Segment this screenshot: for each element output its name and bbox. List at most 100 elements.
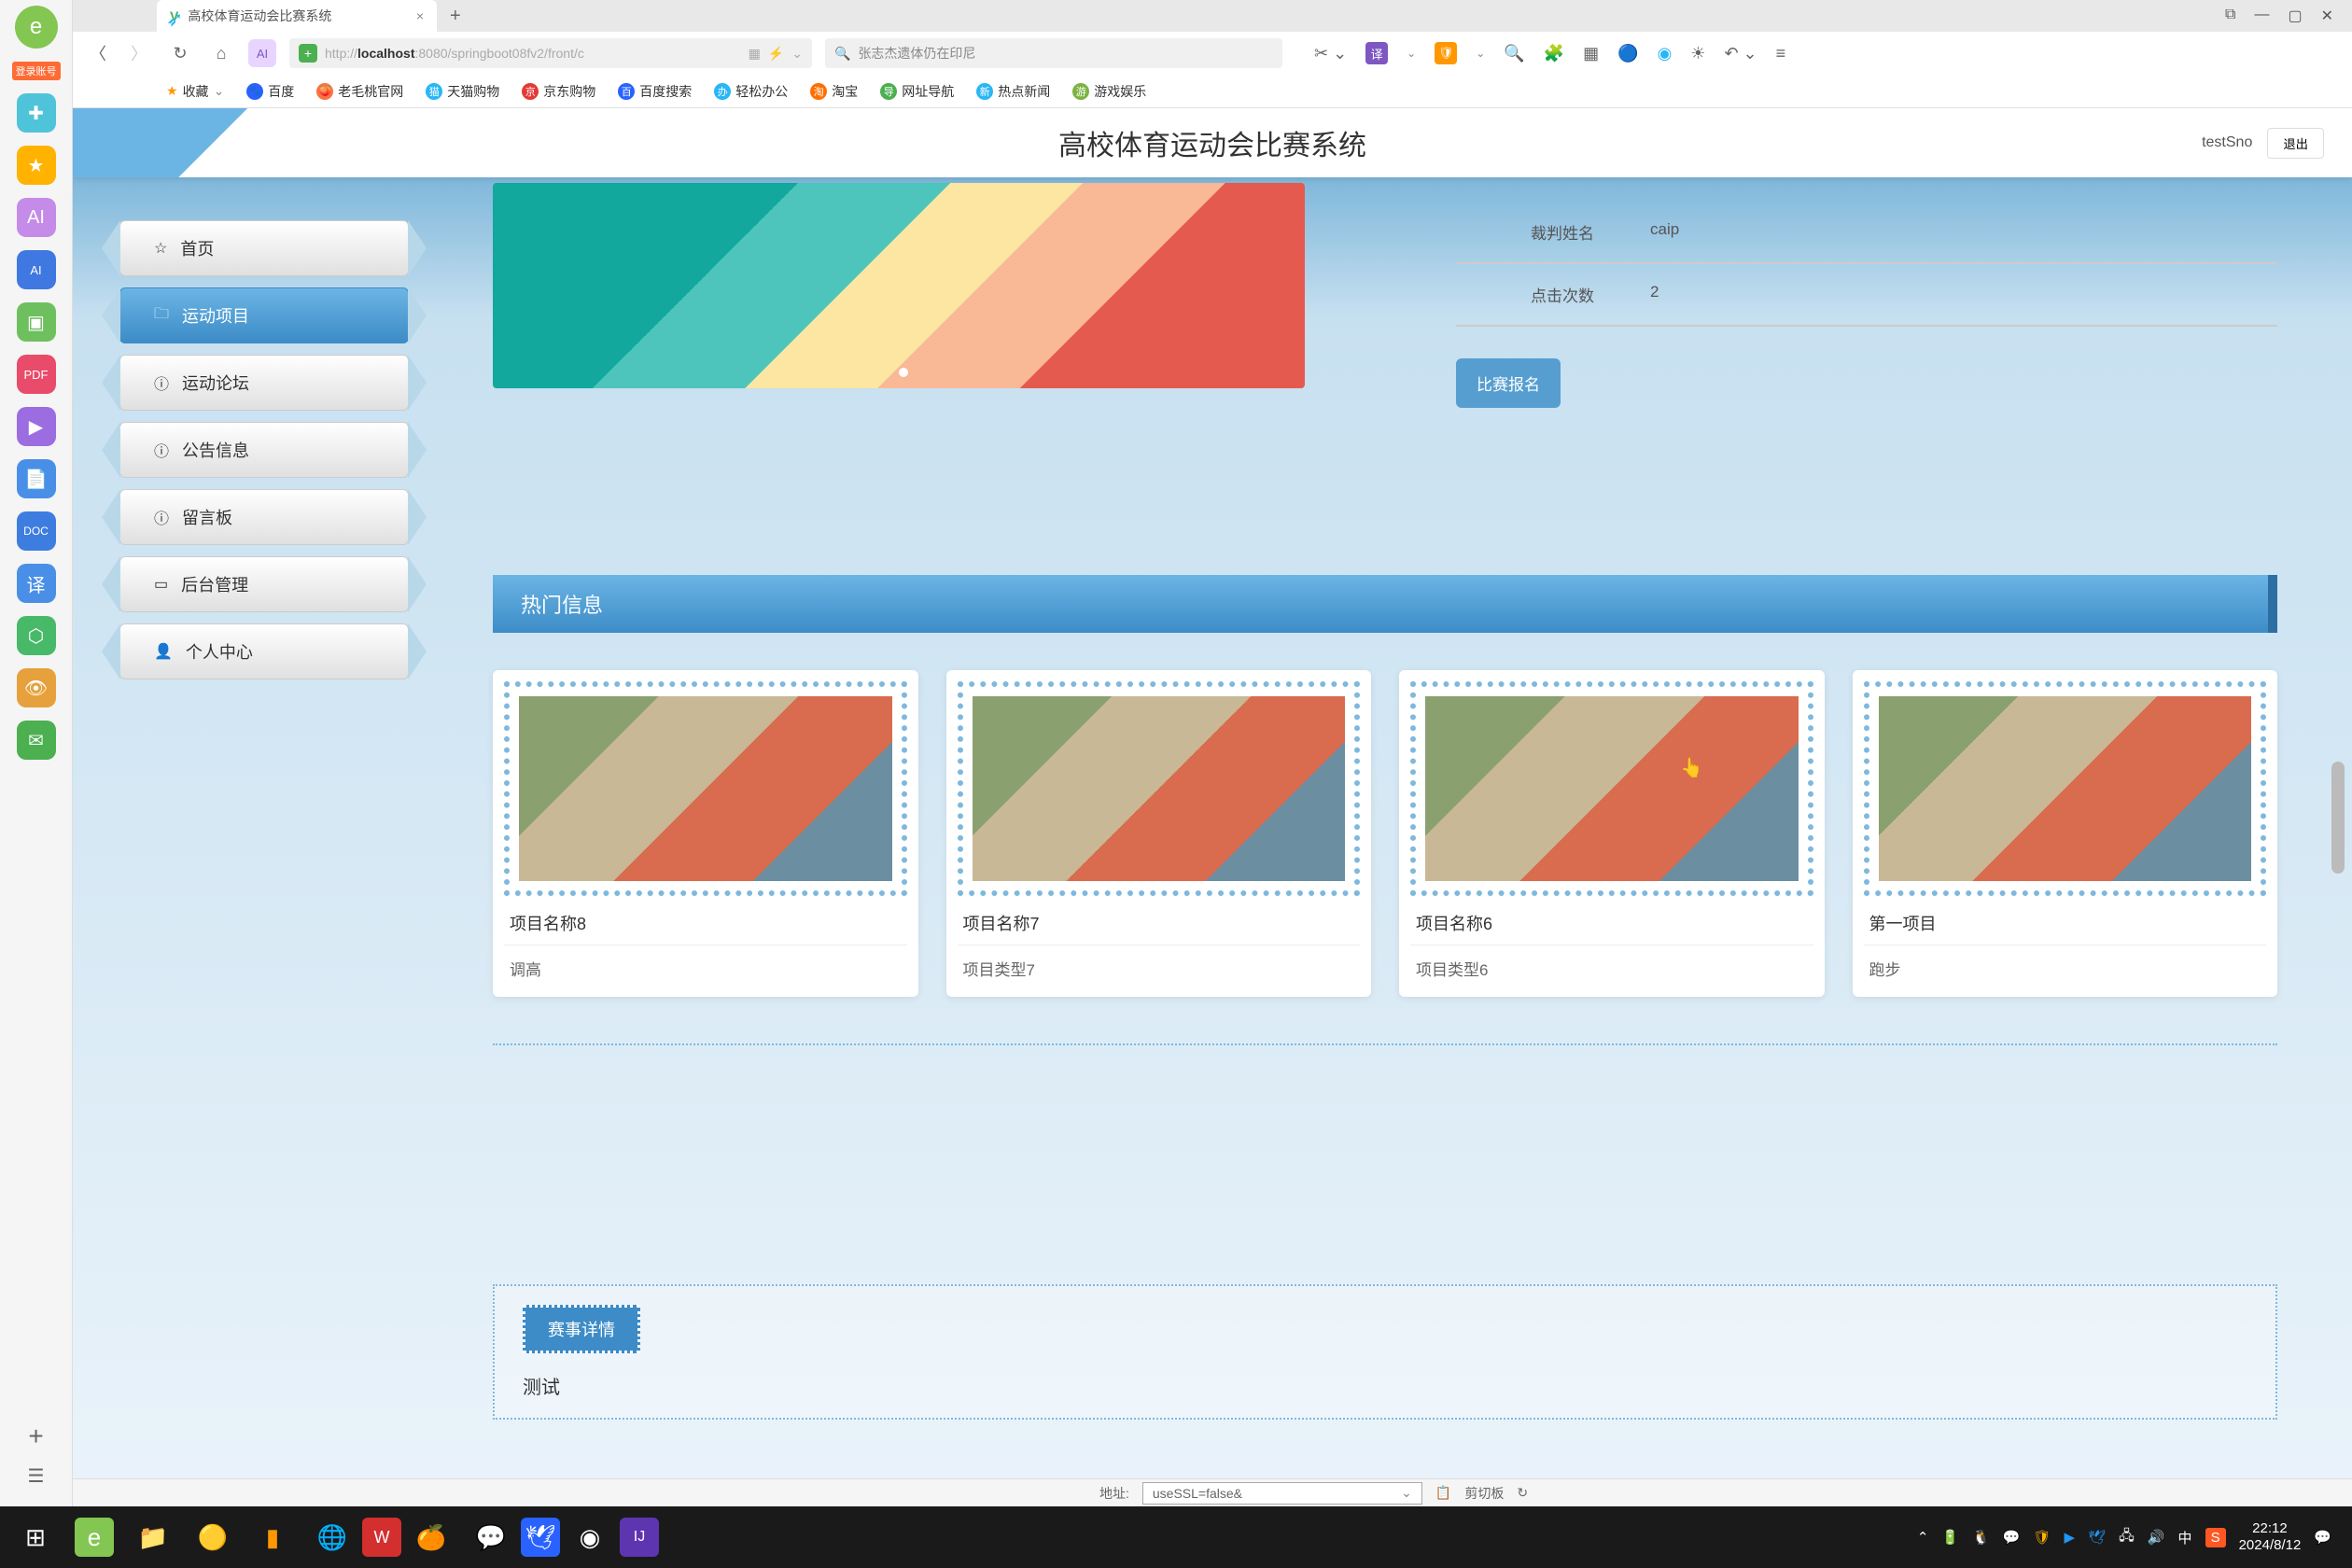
recover-icon[interactable]: ↻ [1517,1485,1528,1501]
forward-button[interactable]: 〉 [125,39,153,67]
os-app-7[interactable]: ▶ [17,407,56,446]
bookmark-item[interactable]: 百百度搜索 [618,82,692,101]
tray-app-icon[interactable]: 🐧 [1972,1529,1990,1546]
browser-logo-icon[interactable]: e [15,6,58,49]
nav-messages[interactable]: ⓘ留言板 [119,489,409,545]
bookmark-item[interactable]: 猫天猫购物 [426,82,499,101]
sun-icon[interactable]: ☀ [1690,44,1705,63]
task-app[interactable]: 🍊 [401,1511,461,1563]
tray-ime-icon[interactable]: S [2205,1528,2226,1547]
menu-icon[interactable]: ≡ [1776,44,1786,63]
nav-forum[interactable]: ⓘ运动论坛 [119,355,409,411]
tab-close-icon[interactable]: × [416,8,424,23]
favorites-button[interactable]: ★收藏 ⌄ [166,82,224,101]
status-address-input[interactable]: useSSL=false&⌄ [1142,1482,1422,1505]
window-action-icon[interactable]: ⧉ [2225,7,2235,25]
bookmark-item[interactable]: 游游戏娱乐 [1072,82,1146,101]
logout-button[interactable]: 退出 [2267,128,2324,159]
banner-carousel[interactable] [493,183,1305,388]
clipboard-icon[interactable]: 📋 [1435,1485,1451,1501]
os-app-5[interactable]: ▣ [17,302,56,342]
os-app-6[interactable]: PDF [17,355,56,394]
translate-icon[interactable]: 译 [1365,42,1388,64]
tray-app-icon[interactable]: ▶ [2065,1529,2076,1546]
tray-app-icon[interactable]: 🕊 [2088,1529,2106,1546]
nav-admin[interactable]: ▭后台管理 [119,556,409,612]
task-sublime[interactable]: ▮ [243,1511,302,1563]
os-app-2[interactable]: ★ [17,146,56,185]
tray-volume-icon[interactable]: 🔊 [2148,1529,2165,1546]
browser-tab[interactable]: V 高校体育运动会比赛系统 × [157,0,437,32]
nav-home[interactable]: ☆首页 [119,220,409,276]
close-icon[interactable]: ✕ [2321,7,2333,25]
chevron-down-icon[interactable]: ⌄ [791,46,803,62]
os-add-icon[interactable]: + [28,1421,43,1451]
search-bar[interactable]: 🔍 张志杰遗体仍在印尼 [825,38,1282,68]
bookmark-item[interactable]: 🐾百度 [246,82,294,101]
os-app-8[interactable]: 📄 [17,459,56,498]
scissors-icon[interactable]: ✂ ⌄ [1314,44,1347,63]
os-app-12[interactable]: 👁 [17,668,56,707]
back-button[interactable]: 〈 [84,39,112,67]
os-app-10[interactable]: 译 [17,564,56,603]
globe-icon[interactable]: ◉ [1658,44,1673,63]
compass-icon[interactable]: ➶ [166,7,183,32]
clock[interactable]: 22:12 2024/8/12 [2239,1520,2302,1554]
url-plus-icon[interactable]: + [299,44,317,63]
carousel-dot[interactable] [899,368,908,377]
reload-button[interactable]: ↻ [166,39,194,67]
nav-profile[interactable]: 👤个人中心 [119,623,409,679]
tray-ime[interactable]: 中 [2178,1528,2192,1547]
color-circle-icon[interactable]: 🔵 [1617,44,1638,63]
new-tab-button[interactable]: + [437,6,474,27]
bookmark-item[interactable]: 新热点新闻 [976,82,1050,101]
task-app2[interactable]: 🕊 [521,1518,560,1557]
tray-up-icon[interactable]: ⌃ [1917,1529,1929,1546]
task-wechat[interactable]: 💬 [461,1511,521,1563]
bookmark-item[interactable]: 🍑老毛桃官网 [316,82,403,101]
os-app-4[interactable]: AI [17,250,56,289]
start-button[interactable]: ⊞ [6,1511,65,1563]
nav-sports[interactable]: 🗀运动项目 [119,287,409,343]
bookmark-item[interactable]: 导网址导航 [880,82,954,101]
os-app-1[interactable]: ✚ [17,93,56,133]
tray-app-icon[interactable]: 🛡 [2033,1529,2051,1546]
task-wps[interactable]: W [362,1518,401,1557]
shield-icon[interactable]: 🛡 [1435,42,1457,64]
task-chrome[interactable]: 🟡 [183,1511,243,1563]
os-app-3[interactable]: AI [17,198,56,237]
bookmark-item[interactable]: 办轻松办公 [714,82,788,101]
task-browser[interactable]: e [75,1518,114,1557]
extension-icon[interactable]: 🧩 [1544,44,1564,63]
ai-button[interactable]: AI [248,39,276,67]
home-button[interactable]: ⌂ [207,39,235,67]
tray-network-icon[interactable]: 🖧 [2119,1526,2135,1549]
login-badge[interactable]: 登录账号 [12,62,61,80]
minimize-icon[interactable]: — [2254,7,2269,25]
os-app-11[interactable]: ⬡ [17,616,56,655]
zoom-icon[interactable]: 🔍 [1504,44,1524,63]
card-item[interactable]: 项目名称6 项目类型6 [1399,670,1825,997]
undo-icon[interactable]: ↶ ⌄ [1724,44,1757,63]
scrollbar-thumb[interactable] [2331,762,2345,874]
detail-tab[interactable]: 赛事详情 [523,1305,640,1353]
os-app-13[interactable]: ✉ [17,721,56,760]
task-explorer[interactable]: 📁 [123,1511,183,1563]
os-app-9[interactable]: DOC [17,511,56,551]
maximize-icon[interactable]: ▢ [2288,7,2302,25]
task-edge[interactable]: 🌐 [302,1511,362,1563]
qr-icon[interactable]: ▦ [749,46,761,62]
bolt-icon[interactable]: ⚡ [768,46,784,62]
username[interactable]: testSno [2202,134,2252,151]
card-item[interactable]: 项目名称7 项目类型7 [946,670,1372,997]
notifications-icon[interactable]: 💬 [2314,1529,2331,1546]
apps-icon[interactable]: ▦ [1583,44,1599,63]
os-menu-icon[interactable]: ☰ [28,1464,45,1488]
bookmark-item[interactable]: 淘淘宝 [810,82,858,101]
card-item[interactable]: 第一项目 跑步 [1853,670,2278,997]
task-idea[interactable]: IJ [620,1518,659,1557]
bookmark-item[interactable]: 京京东购物 [522,82,595,101]
tray-app-icon[interactable]: 💬 [2003,1529,2021,1546]
nav-announce[interactable]: ⓘ公告信息 [119,422,409,478]
signup-button[interactable]: 比赛报名 [1456,358,1561,408]
